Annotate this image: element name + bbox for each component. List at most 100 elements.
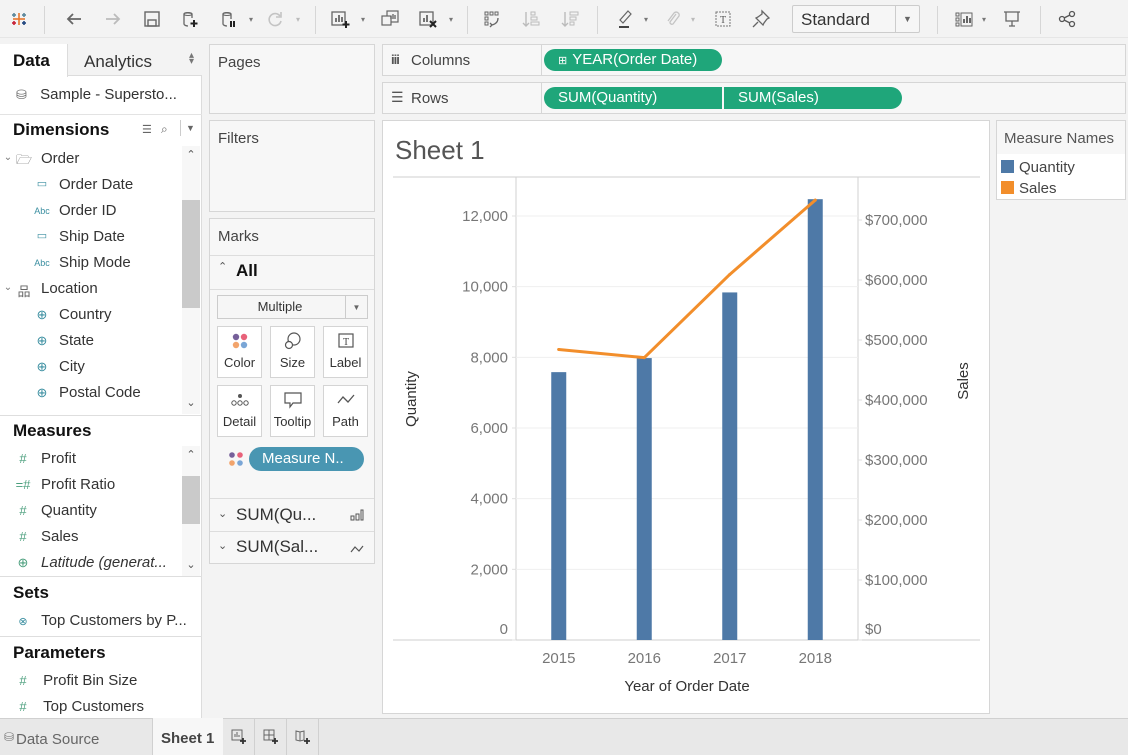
tab-data[interactable]: Data [0, 44, 68, 77]
tableau-logo-icon[interactable] [6, 6, 32, 32]
measure-field[interactable]: # Quantity [0, 502, 180, 522]
columns-shelf[interactable]: iii Columns ⊞ YEAR(Order Date) [382, 44, 1126, 76]
new-data-source-icon[interactable] [177, 6, 203, 32]
parameter-label: Profit Bin Size [43, 672, 138, 689]
parameter-item[interactable]: # Top Customers [15, 698, 144, 718]
measure-names-pill[interactable]: Measure N.. [249, 447, 364, 471]
field-label: Postal Code [59, 384, 141, 401]
filters-shelf[interactable]: Filters [209, 120, 375, 212]
fit-select[interactable]: Standard ▼ [792, 5, 920, 33]
field-label: City [59, 358, 85, 375]
scroll-down-icon[interactable]: ⌄ [182, 396, 200, 409]
dimension-field[interactable]: ⊕ Postal Code [0, 384, 180, 404]
measures-header: Measures [13, 421, 92, 440]
dimension-field[interactable]: ▭ Order Date [0, 176, 180, 196]
scroll-thumb[interactable] [182, 476, 200, 524]
show-me-icon[interactable] [951, 6, 977, 32]
dimension-field[interactable]: ⊕ Country [0, 306, 180, 326]
pause-auto-updates-icon[interactable] [216, 6, 242, 32]
left-tick-label: 2,000 [470, 561, 508, 578]
sum-quantity-pill[interactable]: SUM(Quantity) [544, 87, 722, 109]
undo-icon[interactable] [61, 6, 87, 32]
expand-chevron-icon[interactable]: ⌄ [0, 152, 16, 163]
new-story-tab-icon[interactable] [287, 719, 319, 755]
swap-rows-columns-icon[interactable] [479, 6, 505, 32]
clear-sheet-dropdown[interactable]: ▾ [449, 6, 459, 32]
size-button[interactable]: Size [270, 326, 315, 378]
label-button[interactable]: T Label [323, 326, 368, 378]
sheet-tab-sheet-1[interactable]: Sheet 1 [153, 718, 223, 755]
dimension-field[interactable]: ⊕ State [0, 332, 180, 352]
scroll-thumb[interactable] [182, 200, 200, 308]
dimension-field[interactable]: Abc Ship Mode [0, 254, 180, 274]
pages-shelf[interactable]: Pages [209, 44, 375, 114]
dimensions-scrollbar[interactable]: ⌃ ⌄ [182, 146, 200, 414]
collapse-chevron-icon[interactable]: ⌃ [218, 260, 227, 273]
highlight-dropdown[interactable]: ▾ [644, 6, 654, 32]
marks-card-sum-sales[interactable]: ⌄ SUM(Sal... [210, 532, 374, 564]
path-button[interactable]: Path [323, 385, 368, 437]
group-members-dropdown[interactable]: ▾ [691, 6, 701, 32]
pause-dropdown[interactable]: ▾ [249, 6, 259, 32]
field-label: Order ID [59, 202, 117, 219]
dimension-field[interactable]: ▭ Ship Date [0, 228, 180, 248]
dimensions-menu-chevron-icon[interactable]: ▼ [186, 123, 195, 133]
dimension-field[interactable]: Abc Order ID [0, 202, 180, 222]
measure-field[interactable]: =# Profit Ratio [0, 476, 180, 496]
measure-field[interactable]: # Sales [0, 528, 180, 548]
data-source-tab[interactable]: ⛁ Data Source [0, 719, 152, 755]
save-icon[interactable] [139, 6, 165, 32]
field-label: Country [59, 306, 112, 323]
duplicate-sheet-icon[interactable] [377, 6, 403, 32]
columns-icon: iii [391, 52, 400, 67]
refresh-dropdown[interactable]: ▾ [296, 6, 306, 32]
scroll-up-icon[interactable]: ⌃ [182, 448, 200, 461]
presentation-mode-icon[interactable] [999, 6, 1025, 32]
refresh-icon[interactable] [262, 6, 288, 32]
tooltip-button[interactable]: Tooltip [270, 385, 315, 437]
color-encoding-icon [228, 451, 244, 472]
marks-card-sum-quantity[interactable]: ⌄ SUM(Qu... [210, 499, 374, 531]
highlight-icon[interactable] [612, 6, 638, 32]
mark-type-select[interactable]: Multiple ▼ [217, 295, 368, 319]
new-worksheet-icon[interactable] [327, 6, 353, 32]
redo-icon[interactable] [100, 6, 126, 32]
scroll-up-icon[interactable]: ⌃ [182, 148, 200, 161]
detail-button[interactable]: Detail [217, 385, 262, 437]
measure-field[interactable]: # Profit [0, 450, 180, 470]
sort-ascending-icon[interactable] [518, 6, 544, 32]
legend-label: Quantity [1019, 159, 1075, 176]
search-icon[interactable]: ⌕ [161, 122, 168, 137]
set-item[interactable]: ⊗ Top Customers by P... [15, 612, 186, 632]
data-source-item[interactable]: ⛁ Sample - Supersto... [0, 77, 202, 115]
expand-chevron-icon[interactable]: ⌄ [0, 282, 16, 293]
parameter-item[interactable]: # Profit Bin Size [15, 672, 137, 692]
rows-shelf[interactable]: ☰ Rows SUM(Quantity) SUM(Sales) [382, 82, 1126, 114]
new-dashboard-tab-icon[interactable] [255, 719, 287, 755]
folder-item[interactable]: ⌄ 品 Location [0, 280, 180, 300]
view-as-list-icon[interactable]: ☰ [142, 123, 152, 136]
clear-sheet-icon[interactable] [415, 6, 441, 32]
sum-sales-pill[interactable]: SUM(Sales) [724, 87, 902, 109]
group-members-icon[interactable] [660, 6, 686, 32]
sort-descending-icon[interactable] [557, 6, 583, 32]
show-mark-labels-icon[interactable]: T [710, 6, 736, 32]
share-icon[interactable] [1054, 6, 1080, 32]
tab-scroll-arrows[interactable]: ▴ ▾ [189, 51, 194, 67]
folder-item[interactable]: ⌄ 🗁 Order [0, 150, 180, 170]
new-worksheet-tab-icon[interactable] [223, 719, 255, 755]
dimension-field[interactable]: ⊕ City [0, 358, 180, 378]
new-worksheet-dropdown[interactable]: ▾ [361, 6, 371, 32]
fit-select-value: Standard [801, 10, 870, 29]
fix-axes-icon[interactable] [748, 6, 774, 32]
tab-analytics[interactable]: Analytics [84, 52, 152, 72]
scroll-down-icon[interactable]: ⌄ [182, 558, 200, 571]
year-order-date-pill[interactable]: ⊞ YEAR(Order Date) [544, 49, 722, 71]
measure-field[interactable]: ⊕ Latitude (generat... [0, 554, 180, 574]
path-label: Path [332, 414, 359, 429]
marks-all-label: All [236, 261, 258, 280]
svg-text:T: T [720, 15, 726, 26]
color-button[interactable]: Color [217, 326, 262, 378]
measures-scrollbar[interactable]: ⌃ ⌄ [182, 446, 200, 576]
show-me-dropdown[interactable]: ▾ [982, 6, 992, 32]
